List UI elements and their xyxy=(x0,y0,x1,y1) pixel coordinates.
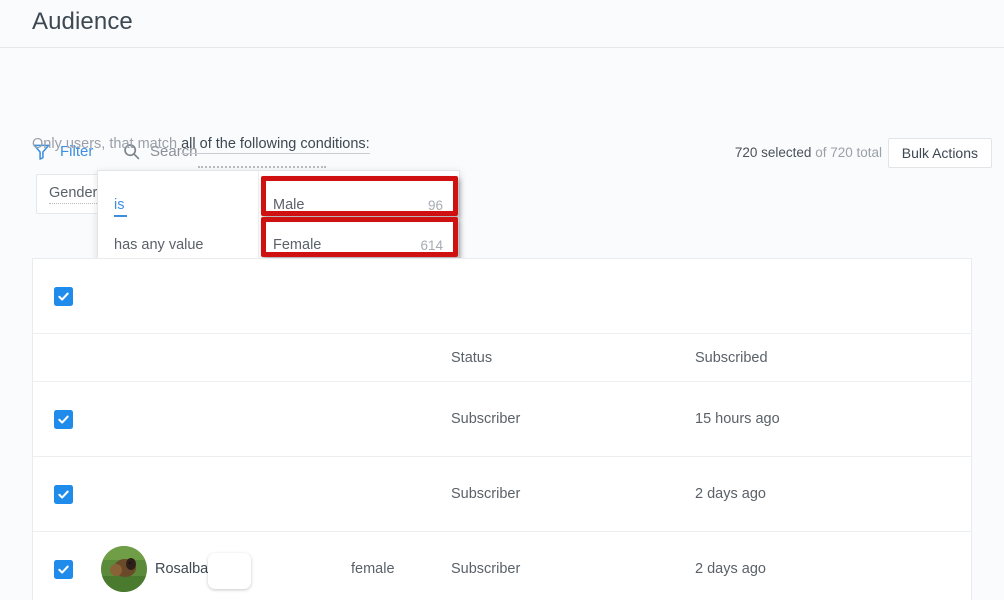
table-row[interactable] xyxy=(33,259,971,334)
avatar xyxy=(101,546,147,592)
page-title: Audience xyxy=(32,8,133,35)
redaction-box xyxy=(208,553,251,589)
condition-line: Only users, that match all of the follow… xyxy=(32,136,370,154)
row-avatar-cell xyxy=(93,546,155,592)
value-option-female-label: Female xyxy=(273,237,322,253)
header-subscribed[interactable]: Subscribed xyxy=(695,350,971,366)
selected-count: 720 selected xyxy=(734,145,812,160)
condition-match-selector[interactable]: all of the following conditions: xyxy=(181,136,370,154)
table-row[interactable]: Subscriber 2 days ago xyxy=(33,457,971,532)
total-count: of 720 total xyxy=(811,145,882,160)
value-option-female-count: 614 xyxy=(420,237,443,253)
dotted-underline-decoration xyxy=(198,166,326,168)
row-checkbox-cell[interactable] xyxy=(33,484,93,504)
row-status: Subscriber xyxy=(451,486,521,502)
row-status: Subscriber xyxy=(451,411,521,427)
condition-prefix: Only users, that match xyxy=(32,136,182,152)
audience-page: Audience Filter Search 720 selected of 7… xyxy=(0,0,1004,600)
value-option-male-count: 96 xyxy=(427,197,443,213)
header-status[interactable]: Status xyxy=(451,350,695,366)
check-icon[interactable] xyxy=(53,409,73,429)
row-name-cell: Rosalba xyxy=(155,553,351,589)
selection-summary: 720 selected of 720 total xyxy=(735,145,882,160)
row-checkbox-cell[interactable] xyxy=(33,559,93,579)
check-icon[interactable] xyxy=(53,286,73,306)
value-option-male-label: Male xyxy=(273,197,305,213)
row-checkbox-cell[interactable] xyxy=(33,286,93,306)
check-icon[interactable] xyxy=(53,484,73,504)
row-gender: female xyxy=(351,561,395,577)
value-option-male[interactable]: Male 96 xyxy=(259,185,459,225)
page-header: Audience xyxy=(0,0,1004,48)
row-subscribed: 2 days ago xyxy=(695,486,766,502)
audience-table: Status Subscribed Subscriber 15 hours ag… xyxy=(32,258,972,600)
row-name: Rosalba xyxy=(155,561,209,577)
row-subscribed: 2 days ago xyxy=(695,561,766,577)
row-checkbox-cell[interactable] xyxy=(33,409,93,429)
table-row[interactable]: Subscriber 15 hours ago xyxy=(33,382,971,457)
operator-option-is[interactable]: is xyxy=(98,185,258,225)
table-row[interactable]: Rosalba female Subscriber 2 days ago xyxy=(33,532,971,600)
bulk-actions-button[interactable]: Bulk Actions xyxy=(887,138,992,168)
check-icon[interactable] xyxy=(53,559,73,579)
filter-field-label: Gender xyxy=(49,185,98,204)
row-status: Subscriber xyxy=(451,561,521,577)
table-header-row: Status Subscribed xyxy=(33,334,971,382)
toolbar: Filter Search 720 selected of 720 total … xyxy=(0,48,1004,168)
row-subscribed: 15 hours ago xyxy=(695,411,780,427)
